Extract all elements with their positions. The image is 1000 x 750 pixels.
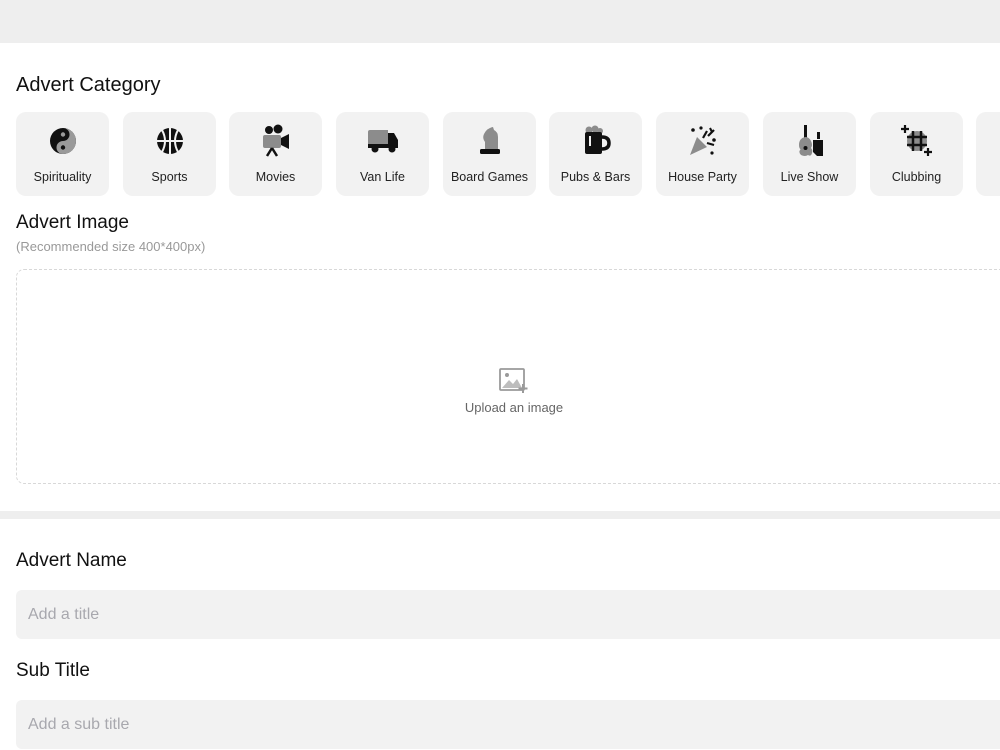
- image-upload-dropzone[interactable]: Upload an image: [16, 269, 1000, 484]
- category-spirituality[interactable]: Spirituality: [16, 112, 109, 196]
- category-live-show[interactable]: Live Show: [763, 112, 856, 196]
- category-house-party[interactable]: House Party: [656, 112, 749, 196]
- category-label: Van Life: [360, 170, 405, 184]
- category-label: Board Games: [450, 170, 529, 184]
- sub-title-heading: Sub Title: [16, 660, 90, 681]
- category-label: Sports: [151, 170, 188, 184]
- recommended-size-note: (Recommended size 400*400px): [16, 239, 206, 254]
- category-label: Spirituality: [33, 170, 92, 184]
- van-icon: [336, 124, 429, 158]
- category-more[interactable]: [976, 112, 1000, 196]
- guitar-icon: [763, 124, 856, 158]
- category-label: Live Show: [780, 170, 839, 184]
- top-bar: [0, 0, 1000, 43]
- party-popper-icon: [656, 124, 749, 158]
- category-label: Pubs & Bars: [560, 170, 631, 184]
- category-label: Clubbing: [891, 170, 942, 184]
- category-clubbing[interactable]: Clubbing: [870, 112, 963, 196]
- disco-ball-icon: [870, 124, 963, 158]
- chess-knight-icon: [443, 124, 536, 158]
- category-list: Spirituality Sports Movies Van Life Boar…: [16, 112, 1000, 196]
- upload-label: Upload an image: [464, 400, 564, 415]
- image-add-icon: [499, 368, 529, 399]
- sub-title-input[interactable]: [16, 700, 1000, 749]
- category-pubs-bars[interactable]: Pubs & Bars: [549, 112, 642, 196]
- category-board-games[interactable]: Board Games: [443, 112, 536, 196]
- category-sports[interactable]: Sports: [123, 112, 216, 196]
- video-camera-icon: [229, 124, 322, 158]
- yin-yang-icon: [16, 124, 109, 158]
- beer-mug-icon: [549, 124, 642, 158]
- advert-title-input[interactable]: [16, 590, 1000, 639]
- category-label: Movies: [255, 170, 296, 184]
- category-label: House Party: [668, 170, 737, 184]
- advert-name-heading: Advert Name: [16, 550, 127, 571]
- section-divider: [0, 511, 1000, 519]
- basketball-icon: [123, 124, 216, 158]
- category-movies[interactable]: Movies: [229, 112, 322, 196]
- advert-category-heading: Advert Category: [16, 74, 161, 96]
- advert-image-heading: Advert Image: [16, 212, 129, 233]
- category-van-life[interactable]: Van Life: [336, 112, 429, 196]
